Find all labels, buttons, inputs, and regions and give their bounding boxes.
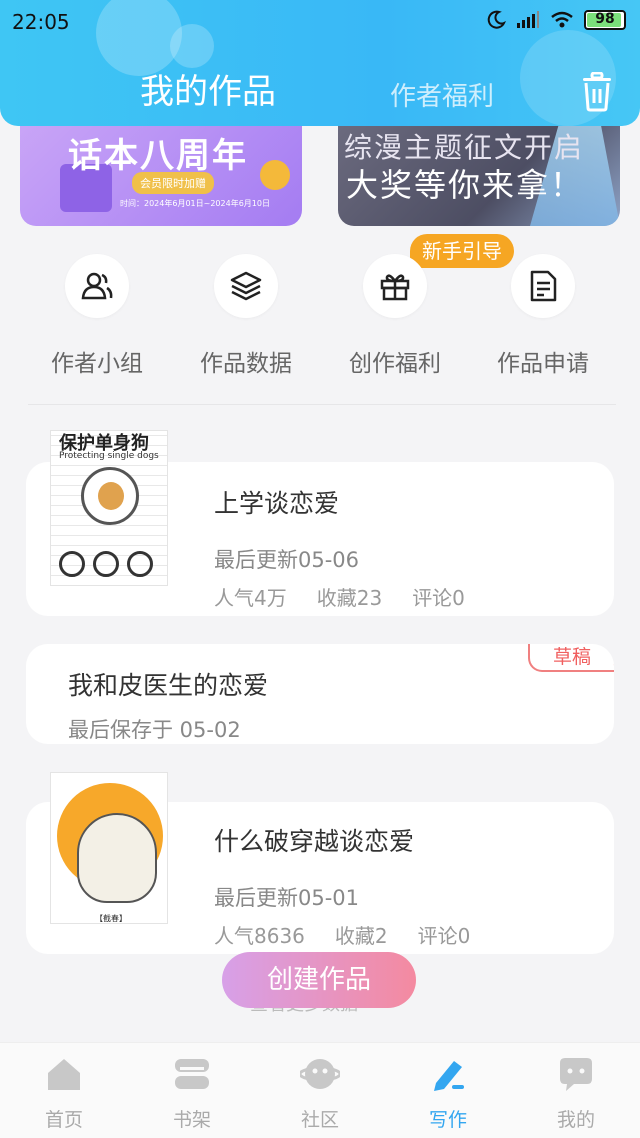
trash-icon[interactable] (578, 72, 616, 112)
nav-label: 社区 (300, 1109, 339, 1131)
document-icon (511, 254, 575, 318)
banner-anniversary[interactable]: 话本八周年 会员限时加赠 时间：2024年6月01日~2024年6月10日 (20, 120, 302, 226)
menu-creation-welfare[interactable]: 创作福利 (320, 254, 470, 378)
work-comments: 评论0 (417, 924, 471, 948)
menu-label: 作品数据 (200, 351, 292, 377)
work-updated: 最后更新05-06 (214, 548, 360, 572)
draft-title: 我和皮医生的恋爱 (68, 671, 269, 700)
pen-icon (434, 1061, 464, 1091)
cat-illustration (77, 813, 157, 903)
battery-indicator: 98 (584, 10, 626, 30)
nav-profile[interactable]: 我的 (512, 1043, 640, 1138)
banner-pill: 会员限时加赠 (132, 172, 214, 194)
banner-contest[interactable]: 综漫主题征文开启 大奖等你来拿！ (338, 120, 620, 226)
menu-label: 作者小组 (51, 351, 143, 377)
draft-saved: 最后保存于 05-02 (68, 718, 241, 742)
profile-icon (560, 1058, 592, 1091)
nav-community[interactable]: 社区 (256, 1043, 384, 1138)
create-work-button[interactable]: 创建作品 (222, 952, 416, 1008)
decor-bubble (170, 24, 214, 68)
section-divider (28, 404, 616, 405)
top-header: 22:05 98 我的作品 作者福利 (0, 0, 640, 126)
bookshelf-icon (175, 1059, 209, 1089)
work-favorites: 收藏2 (334, 924, 388, 948)
menu-label: 创作福利 (349, 351, 441, 377)
cover-tag: 【截春】 (95, 914, 127, 923)
banner-title: 话本八周年 (68, 136, 248, 176)
menu-works-application[interactable]: 作品申请 (468, 254, 618, 378)
work-favorites: 收藏23 (316, 586, 383, 610)
wifi-icon (551, 11, 573, 28)
status-time: 22:05 (12, 10, 70, 34)
battery-level: 98 (595, 11, 615, 27)
status-icons: 98 (486, 10, 626, 30)
gift-icon (363, 254, 427, 318)
dog-illustration (81, 467, 139, 525)
work-title: 什么破穿越谈恋爱 (214, 827, 415, 856)
group-icon (65, 254, 129, 318)
work-updated: 最后更新05-01 (214, 886, 360, 910)
tab-author-welfare[interactable]: 作者福利 (390, 76, 494, 113)
draft-card[interactable]: 草稿 我和皮医生的恋爱 最后保存于 05-02 (26, 644, 614, 744)
nav-label: 首页 (44, 1109, 83, 1131)
menu-label: 作品申请 (497, 351, 589, 377)
signal-icon (517, 11, 539, 28)
moon-icon (487, 10, 506, 29)
community-icon (298, 1059, 342, 1089)
work-popularity: 人气8636 (214, 924, 305, 948)
menu-works-data[interactable]: 作品数据 (171, 254, 321, 378)
work-stats: 人气4万 收藏23 评论0 (214, 582, 465, 611)
draft-tag: 草稿 (528, 644, 614, 672)
nav-label: 书架 (172, 1109, 211, 1131)
work-cover-image[interactable]: 【截春】 (50, 772, 168, 924)
nav-bookshelf[interactable]: 书架 (128, 1043, 256, 1138)
no-symbol-icons (59, 551, 153, 577)
bottom-navigation: 首页 书架 社区 写作 我的 (0, 1042, 640, 1138)
work-comments: 评论0 (412, 586, 465, 610)
nav-home[interactable]: 首页 (0, 1043, 128, 1138)
work-stats: 人气8636 收藏2 评论0 (214, 920, 470, 949)
layers-icon (214, 254, 278, 318)
cover-subtitle: Protecting single dogs (59, 451, 159, 461)
nav-label: 我的 (556, 1109, 595, 1131)
home-icon (48, 1059, 80, 1090)
banner-contest-line2: 大奖等你来拿！ (346, 166, 585, 204)
nav-label: 写作 (428, 1109, 467, 1131)
menu-author-group[interactable]: 作者小组 (22, 254, 172, 378)
work-title: 上学谈恋爱 (214, 489, 340, 518)
coin-illustration (260, 160, 290, 190)
tab-my-works[interactable]: 我的作品 (140, 64, 276, 113)
nav-write[interactable]: 写作 (384, 1043, 512, 1138)
work-popularity: 人气4万 (214, 586, 287, 610)
banner-date: 时间：2024年6月01日~2024年6月10日 (120, 199, 270, 208)
work-cover-image[interactable]: 保护单身狗 Protecting single dogs (50, 430, 168, 586)
